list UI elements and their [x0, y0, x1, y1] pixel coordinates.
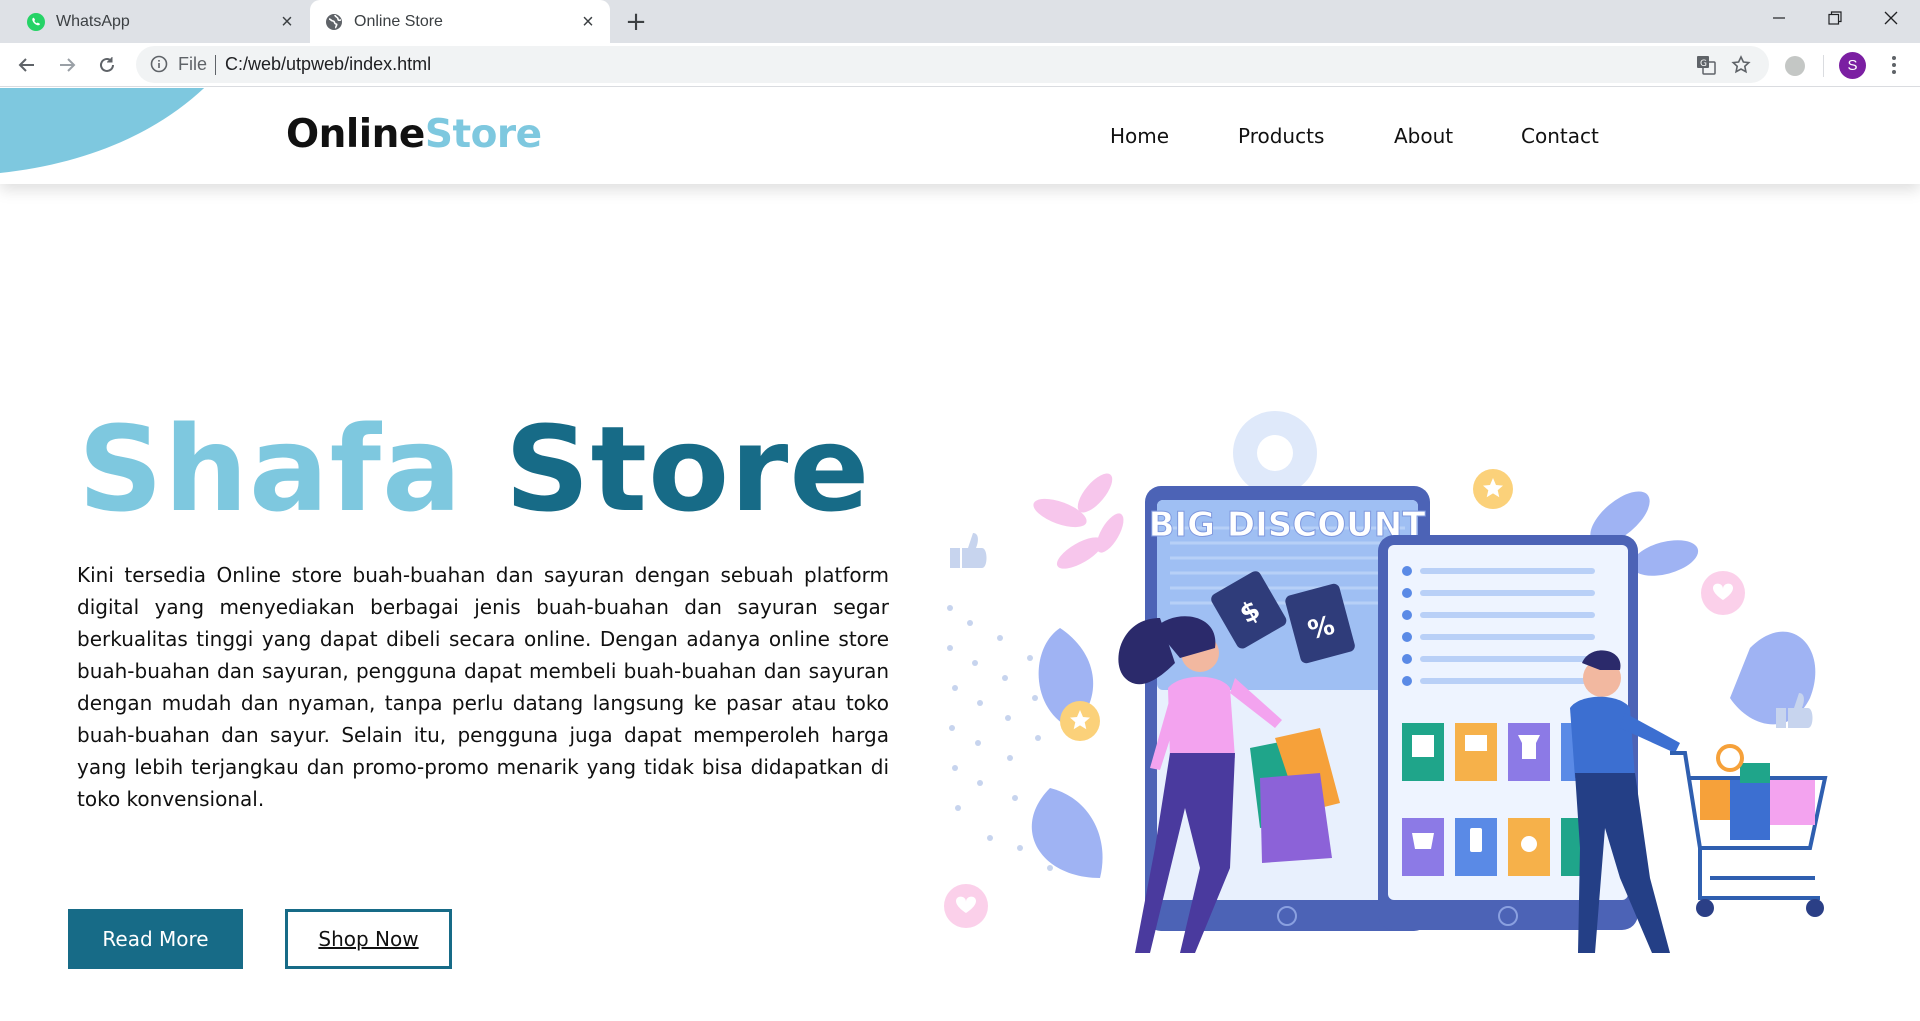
divider — [215, 55, 216, 75]
close-tab-icon[interactable]: × — [578, 11, 598, 33]
tab-whatsapp[interactable]: WhatsApp × — [0, 0, 309, 43]
leaf-decoration — [1033, 473, 1124, 569]
whatsapp-icon — [26, 12, 46, 32]
divider — [1823, 55, 1824, 77]
extension-icon[interactable] — [1785, 56, 1805, 76]
hero-title-part-1: Shafa — [78, 400, 463, 538]
back-icon[interactable] — [13, 51, 41, 79]
web-page: OnlineStore Home Products About Contact … — [0, 88, 1920, 1021]
new-tab-icon[interactable]: + — [622, 7, 650, 37]
minimize-icon[interactable] — [1751, 0, 1807, 36]
read-more-button[interactable]: Read More — [68, 909, 243, 969]
logo-part-1: Online — [286, 112, 425, 157]
site-logo[interactable]: OnlineStore — [286, 112, 542, 157]
hero-description: Kini tersedia Online store buah-buahan d… — [77, 563, 889, 811]
nav-about[interactable]: About — [1394, 124, 1453, 148]
reload-icon[interactable] — [93, 51, 121, 79]
forward-icon[interactable] — [53, 51, 81, 79]
logo-part-2: Store — [424, 112, 542, 157]
address-bar[interactable]: File C:/web/utpweb/index.html G — [136, 46, 1769, 83]
tab-strip: WhatsApp × Online Store × + — [0, 0, 1920, 43]
translate-icon[interactable]: G — [1695, 54, 1717, 76]
tab-title: WhatsApp — [56, 12, 130, 30]
close-window-icon[interactable] — [1863, 0, 1919, 36]
profile-avatar[interactable]: S — [1839, 52, 1866, 79]
tab-title: Online Store — [354, 12, 443, 30]
globe-icon — [324, 12, 344, 32]
shop-now-button[interactable]: Shop Now — [285, 909, 452, 969]
tab-online-store[interactable]: Online Store × — [310, 0, 610, 43]
gear-icon — [1233, 411, 1317, 495]
cart-items — [1700, 744, 1815, 840]
restore-icon[interactable] — [1807, 0, 1863, 36]
scheme-label: File — [178, 54, 208, 74]
hero-title: Shafa Store — [78, 400, 870, 538]
nav-home[interactable]: Home — [1110, 124, 1169, 148]
nav-products[interactable]: Products — [1238, 124, 1324, 148]
browser-toolbar: File C:/web/utpweb/index.html G S — [0, 43, 1920, 87]
more-menu-icon[interactable] — [1882, 53, 1906, 77]
nav-contact[interactable]: Contact — [1521, 124, 1599, 148]
shopping-illustration: BIG DISCOUNT $ % — [944, 411, 1828, 953]
info-icon[interactable] — [150, 55, 168, 73]
url-text[interactable]: C:/web/utpweb/index.html — [225, 54, 431, 75]
close-tab-icon[interactable]: × — [277, 11, 297, 33]
hero-title-part-2: Store — [504, 400, 871, 538]
bookmark-star-icon[interactable] — [1730, 54, 1752, 76]
svg-text:G: G — [1700, 59, 1707, 69]
